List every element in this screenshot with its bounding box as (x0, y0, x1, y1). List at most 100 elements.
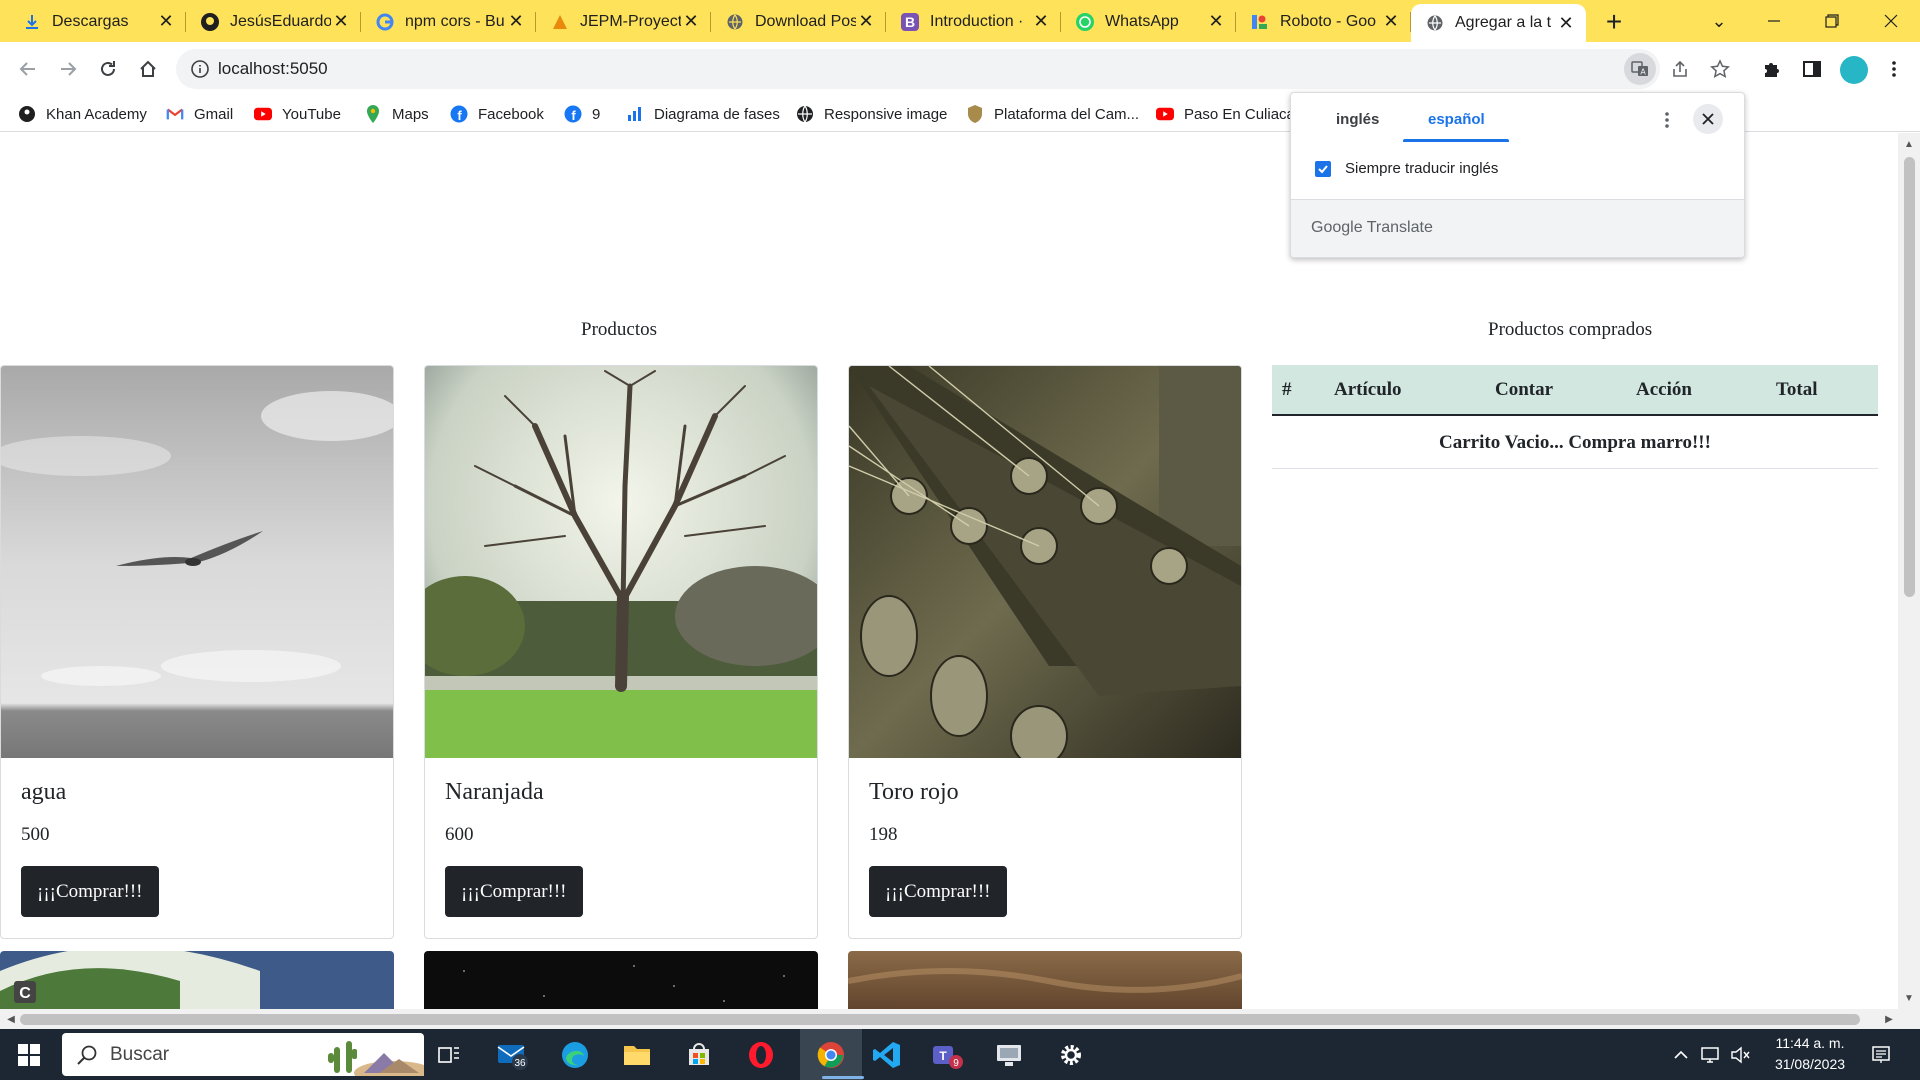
selected-tab-indicator (1403, 139, 1509, 142)
scroll-right-arrow-icon[interactable]: ▶ (1882, 1012, 1896, 1026)
vertical-scrollbar[interactable]: ▲ ▼ (1898, 133, 1920, 1009)
star-icon[interactable] (1704, 53, 1736, 85)
close-icon[interactable]: ✕ (331, 11, 351, 32)
vscode-app-button[interactable] (868, 1037, 906, 1073)
home-button[interactable] (132, 53, 164, 85)
network-button[interactable] (1696, 1037, 1724, 1073)
side-panel-button[interactable] (1796, 53, 1828, 85)
menu-button[interactable] (1878, 53, 1910, 85)
tab-title: JEPM-Proyecto (580, 12, 681, 30)
translate-close-button[interactable] (1693, 104, 1723, 134)
taskbar-search-box[interactable]: Buscar (62, 1033, 424, 1076)
close-icon[interactable]: ✕ (856, 11, 876, 32)
bookmark-youtube[interactable]: YouTube (254, 102, 341, 126)
close-window-button[interactable] (1862, 0, 1920, 42)
buy-button[interactable]: ¡¡¡Comprar!!! (445, 866, 583, 917)
translate-options-button[interactable] (1655, 108, 1679, 132)
horizontal-scroll-thumb[interactable] (20, 1014, 1860, 1025)
bookmark-paso-en-culiacan[interactable]: Paso En Culiacan (1156, 102, 1303, 126)
tab-title: Roboto - Goo (1280, 12, 1377, 30)
globe-icon (1425, 13, 1445, 33)
tab-roboto[interactable]: Roboto - Goo ✕ (1236, 4, 1411, 39)
url-text[interactable]: localhost:5050 (218, 59, 328, 79)
scroll-down-arrow-icon[interactable]: ▼ (1902, 991, 1916, 1005)
volume-button[interactable] (1726, 1037, 1754, 1073)
close-icon[interactable]: ✕ (1556, 13, 1576, 33)
tab-introduction[interactable]: B Introduction · ✕ (886, 4, 1061, 39)
edge-app-button[interactable] (556, 1037, 594, 1073)
taskbar-search-placeholder: Buscar (110, 1044, 170, 1065)
translate-icon[interactable]: A (1624, 53, 1656, 85)
target-language-tab[interactable]: español (1428, 111, 1485, 128)
tab-agregar-active[interactable]: Agregar a la t ✕ (1411, 4, 1586, 42)
system-clock[interactable]: 11:44 a. m. 31/08/2023 (1770, 1033, 1850, 1075)
extensions-button[interactable] (1756, 53, 1788, 85)
search-highlight-illustration (328, 1041, 424, 1076)
bookmark-plataforma[interactable]: Plataforma del Cam... (966, 102, 1139, 126)
scroll-up-arrow-icon[interactable]: ▲ (1902, 137, 1916, 151)
opera-app-button[interactable] (742, 1037, 780, 1073)
store-app-button[interactable] (680, 1037, 718, 1073)
google-icon (375, 12, 395, 32)
close-icon[interactable]: ✕ (506, 11, 526, 32)
bookmark-gmail[interactable]: Gmail (166, 102, 233, 126)
always-translate-checkbox[interactable] (1315, 161, 1331, 177)
forward-button[interactable] (52, 53, 84, 85)
remote-desktop-button[interactable] (990, 1037, 1028, 1073)
minimize-button[interactable] (1745, 0, 1803, 42)
bookmark-responsive-image[interactable]: Responsive image (796, 102, 947, 126)
bookmark-9[interactable]: f 9 (564, 102, 600, 126)
tab-github[interactable]: JesúsEduardo ✕ (186, 4, 361, 39)
buy-button[interactable]: ¡¡¡Comprar!!! (869, 866, 1007, 917)
task-view-button[interactable] (430, 1037, 468, 1073)
back-button[interactable] (12, 53, 44, 85)
tab-search-button[interactable]: ⌄ (1690, 0, 1748, 42)
mail-icon: 36 (497, 1045, 528, 1070)
cart-header-total: Total (1776, 379, 1818, 400)
share-icon[interactable] (1664, 53, 1696, 85)
scroll-left-arrow-icon[interactable]: ◀ (4, 1012, 18, 1026)
close-icon[interactable]: ✕ (1206, 11, 1226, 32)
buy-button[interactable]: ¡¡¡Comprar!!! (21, 866, 159, 917)
product-image-partial (424, 951, 818, 1009)
start-button[interactable] (10, 1037, 48, 1073)
tab-strip: Descargas ✕ JesúsEduardo ✕ npm cors - Bu… (0, 0, 1920, 42)
profile-avatar[interactable] (1840, 56, 1868, 84)
tab-jepm[interactable]: JEPM-Proyecto ✕ (536, 4, 711, 39)
teams-app-button[interactable]: T9 (928, 1037, 966, 1073)
vertical-scroll-thumb[interactable] (1904, 157, 1915, 597)
tab-whatsapp[interactable]: WhatsApp ✕ (1061, 4, 1236, 39)
restore-button[interactable] (1803, 0, 1861, 42)
reload-button[interactable] (92, 53, 124, 85)
close-icon[interactable]: ✕ (1381, 11, 1401, 32)
home-icon (140, 60, 156, 77)
new-tab-button[interactable]: + (1598, 6, 1630, 38)
site-info-icon[interactable] (190, 59, 210, 79)
show-hidden-icons-button[interactable] (1668, 1037, 1694, 1073)
source-language-tab[interactable]: inglés (1336, 111, 1379, 128)
close-icon[interactable]: ✕ (681, 11, 701, 32)
bookmark-khan-academy[interactable]: Khan Academy (18, 102, 147, 126)
product-image-partial: C (0, 951, 394, 1009)
close-icon[interactable]: ✕ (156, 11, 176, 32)
maps-icon (364, 105, 382, 123)
bookmark-facebook[interactable]: f Facebook (450, 102, 544, 126)
file-explorer-button[interactable] (618, 1037, 656, 1073)
bookmark-diagrama-de-fases[interactable]: Diagrama de fases (626, 102, 780, 126)
svg-text:A: A (1640, 68, 1646, 77)
address-bar[interactable]: localhost:5050 A (176, 49, 1730, 89)
edge-icon (562, 1042, 588, 1068)
bootstrap-icon: B (900, 12, 920, 32)
chrome-app-button[interactable] (812, 1037, 850, 1073)
tab-npm-cors[interactable]: npm cors - Bu ✕ (361, 4, 536, 39)
bookmark-maps[interactable]: Maps (364, 102, 429, 126)
settings-app-button[interactable] (1052, 1037, 1090, 1073)
mail-app-button[interactable]: 36 (494, 1037, 532, 1073)
tab-descargas[interactable]: Descargas ✕ (0, 4, 186, 39)
always-translate-label[interactable]: Siempre traducir inglés (1345, 160, 1498, 177)
gear-icon (1061, 1045, 1081, 1065)
tab-download-pos[interactable]: Download Pos ✕ (711, 4, 886, 39)
notifications-button[interactable] (1862, 1037, 1900, 1073)
close-icon[interactable]: ✕ (1031, 11, 1051, 32)
horizontal-scrollbar[interactable]: ◀ ▶ (0, 1009, 1920, 1029)
